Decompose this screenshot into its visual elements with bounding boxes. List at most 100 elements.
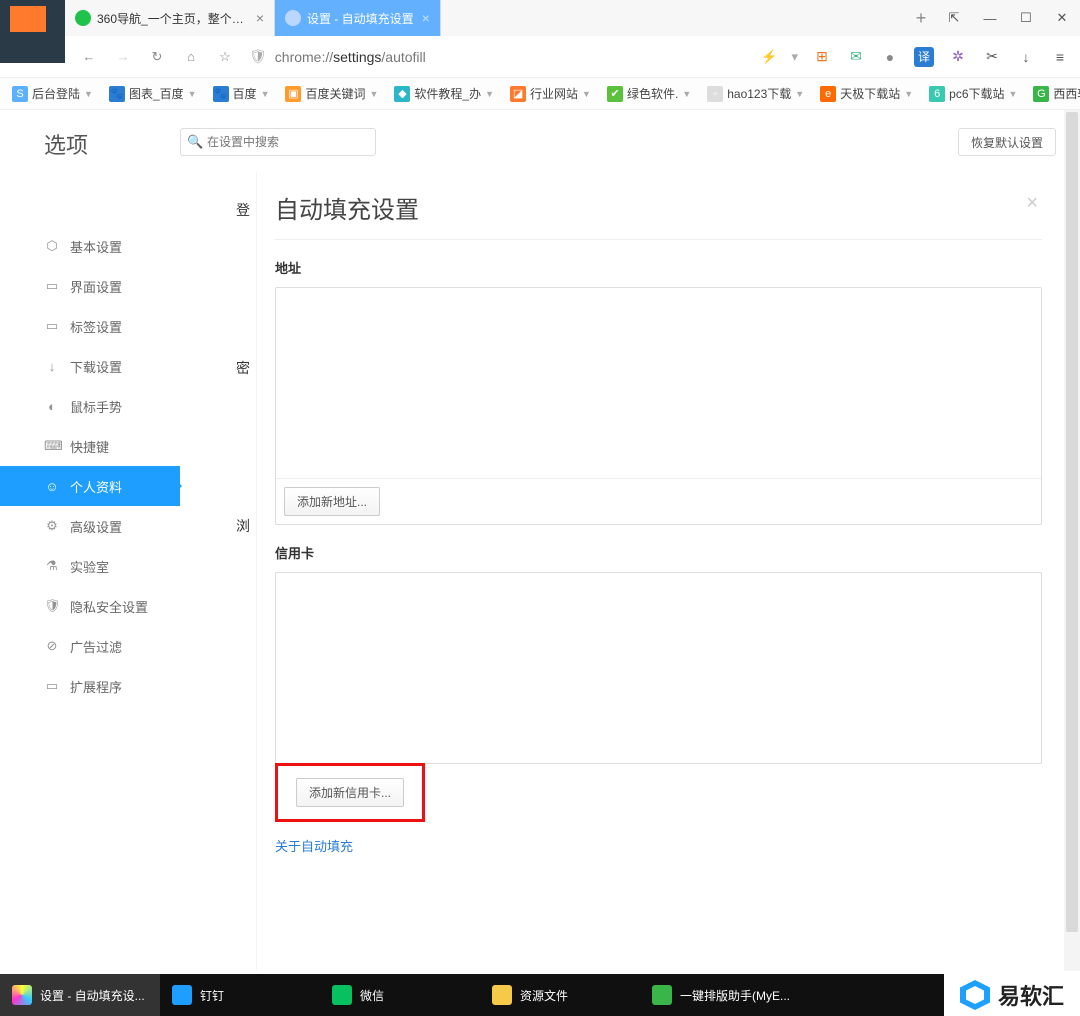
card-list[interactable]: [276, 573, 1041, 763]
tab-close-icon[interactable]: ×: [256, 10, 264, 26]
scrollbar[interactable]: [1064, 110, 1080, 971]
bookmark-label: pc6下载站: [949, 85, 1004, 102]
sidebar-item-icon: ⚗: [44, 558, 60, 574]
sidebar-item-icon: 🛡: [44, 598, 60, 614]
dialog-title-text: 自动填充设置: [275, 197, 419, 224]
bookmark-star-button[interactable]: ☆: [215, 47, 235, 67]
taskbar-app-icon: [12, 985, 32, 1005]
sidebar-item-label: 个人资料: [70, 477, 122, 496]
toolbar-icons: ⊞ ✉ ● 译 ✲ ✂ ↓ ≡: [812, 47, 1070, 67]
bookmark-favicon: 🐾: [109, 86, 125, 102]
menu-icon[interactable]: ≡: [1050, 47, 1070, 67]
sidebar-item[interactable]: ⊘广告过滤: [0, 626, 180, 666]
flower-icon[interactable]: ✲: [948, 47, 968, 67]
sidebar-item-label: 基本设置: [70, 237, 122, 256]
apps-icon[interactable]: ⊞: [812, 47, 832, 67]
profile-avatar[interactable]: [0, 0, 65, 63]
sidebar-item[interactable]: ▭标签设置: [0, 306, 180, 346]
taskbar-item[interactable]: 资源文件: [480, 974, 640, 1016]
download-icon[interactable]: ↓: [1016, 47, 1036, 67]
sidebar-item[interactable]: ☺个人资料: [0, 466, 180, 506]
address-section-label: 地址: [275, 258, 1042, 277]
bookmark-item[interactable]: ◪行业网站▼: [510, 85, 591, 102]
tab-favicon: [75, 10, 91, 26]
sidebar-item[interactable]: 🛡隐私安全设置: [0, 586, 180, 626]
sidebar-item[interactable]: ⌨快捷键: [0, 426, 180, 466]
tab-title: 设置 - 自动填充设置: [307, 10, 414, 27]
search-input[interactable]: [180, 128, 376, 156]
bookmark-favicon: 🐾: [213, 86, 229, 102]
restore-defaults-button[interactable]: 恢复默认设置: [958, 128, 1056, 156]
bookmark-item[interactable]: ▣百度关键词▼: [285, 85, 378, 102]
titlebar: 360导航_一个主页，整个世界× 设置 - 自动填充设置 × + ⇱ — ☐ ✕: [0, 0, 1080, 36]
sidebar-item-icon: ↓: [44, 359, 60, 374]
bg-label-login: 登: [236, 200, 250, 220]
bookmark-item[interactable]: ✔绿色软件.▼: [607, 85, 691, 102]
forward-button[interactable]: →: [113, 47, 133, 67]
url-host: settings: [333, 49, 381, 65]
bookmark-item[interactable]: 🐾图表_百度▼: [109, 85, 197, 102]
sidebar-item-label: 鼠标手势: [70, 397, 122, 416]
address-list[interactable]: [276, 288, 1041, 478]
taskbar-label: 一键排版助手(MyE...: [680, 987, 790, 1004]
sidebar-item-icon: ⌨: [44, 438, 60, 454]
taskbar-item[interactable]: 钉钉: [160, 974, 320, 1016]
taskbar: 设置 - 自动填充设...钉钉微信资源文件一键排版助手(MyE... 易软汇: [0, 974, 1080, 1016]
dropdown-icon[interactable]: ▾: [791, 49, 798, 65]
add-card-button[interactable]: 添加新信用卡...: [296, 778, 404, 807]
sidebar-item[interactable]: ▭界面设置: [0, 266, 180, 306]
maximize-button[interactable]: ☐: [1008, 0, 1044, 36]
bookmark-label: 百度关键词: [305, 85, 365, 102]
bookmark-favicon: e: [820, 86, 836, 102]
sidebar-item[interactable]: ⚙高级设置: [0, 506, 180, 546]
browser-tab[interactable]: 360导航_一个主页，整个世界×: [65, 0, 275, 36]
close-window-button[interactable]: ✕: [1044, 0, 1080, 36]
taskbar-item[interactable]: 设置 - 自动填充设...: [0, 974, 160, 1016]
scrollbar-thumb[interactable]: [1066, 112, 1078, 932]
url-field[interactable]: 🛡 chrome://settings/autofill: [249, 48, 747, 65]
card-list-box: [275, 572, 1042, 764]
taskbar-app-icon: [332, 985, 352, 1005]
globe-icon[interactable]: ●: [880, 47, 900, 67]
add-address-button[interactable]: 添加新地址...: [284, 487, 380, 516]
bookmark-item[interactable]: ◆软件教程_办▼: [394, 85, 494, 102]
card-section-label: 信用卡: [275, 543, 1042, 562]
bookmark-item[interactable]: S后台登陆▼: [12, 85, 93, 102]
bookmark-item[interactable]: ▫hao123下载▼: [707, 85, 804, 102]
chat-icon[interactable]: ✉: [846, 47, 866, 67]
sidebar-item[interactable]: ⚗实验室: [0, 546, 180, 586]
flash-icon[interactable]: ⚡: [761, 49, 777, 65]
translate-icon[interactable]: 译: [914, 47, 934, 67]
bookmark-item[interactable]: 6pc6下载站▼: [929, 85, 1017, 102]
bookmark-item[interactable]: 🐾百度▼: [213, 85, 270, 102]
about-autofill-link[interactable]: 关于自动填充: [275, 836, 353, 855]
sidebar-item[interactable]: ▭扩展程序: [0, 666, 180, 706]
dialog-close-button[interactable]: ×: [1026, 192, 1038, 215]
bookmark-favicon: ◆: [394, 86, 410, 102]
minimize-button[interactable]: —: [972, 0, 1008, 36]
taskbar-label: 设置 - 自动填充设...: [40, 987, 145, 1004]
sidebar-item[interactable]: ↓下载设置: [0, 346, 180, 386]
sidebar-item[interactable]: ◐鼠标手势: [0, 386, 180, 426]
tab-close-icon[interactable]: ×: [422, 10, 430, 26]
url-path: /autofill: [381, 49, 425, 65]
bookmark-favicon: G: [1033, 86, 1049, 102]
taskbar-item[interactable]: 一键排版助手(MyE...: [640, 974, 802, 1016]
settings-search: 🔍: [180, 128, 376, 156]
taskbar-label: 微信: [360, 987, 384, 1004]
tab-strip: 360导航_一个主页，整个世界× 设置 - 自动填充设置 ×: [65, 0, 906, 36]
browser-tab[interactable]: 设置 - 自动填充设置 ×: [275, 0, 441, 36]
home-button[interactable]: ⌂: [181, 47, 201, 67]
back-button[interactable]: ←: [79, 47, 99, 67]
shield-icon: 🛡: [249, 48, 267, 65]
taskbar-item[interactable]: 微信: [320, 974, 480, 1016]
sidebar-item-icon: ▭: [44, 318, 60, 334]
bookmark-item[interactable]: e天极下载站▼: [820, 85, 913, 102]
extension-button[interactable]: ⇱: [936, 0, 972, 36]
sidebar-item[interactable]: ⬡基本设置: [0, 226, 180, 266]
new-tab-button[interactable]: +: [906, 0, 936, 36]
reload-button[interactable]: ↻: [147, 47, 167, 67]
bookmark-item[interactable]: G西西软件园▼: [1033, 85, 1080, 102]
bookmark-favicon: ▫: [707, 86, 723, 102]
scissors-icon[interactable]: ✂: [982, 47, 1002, 67]
